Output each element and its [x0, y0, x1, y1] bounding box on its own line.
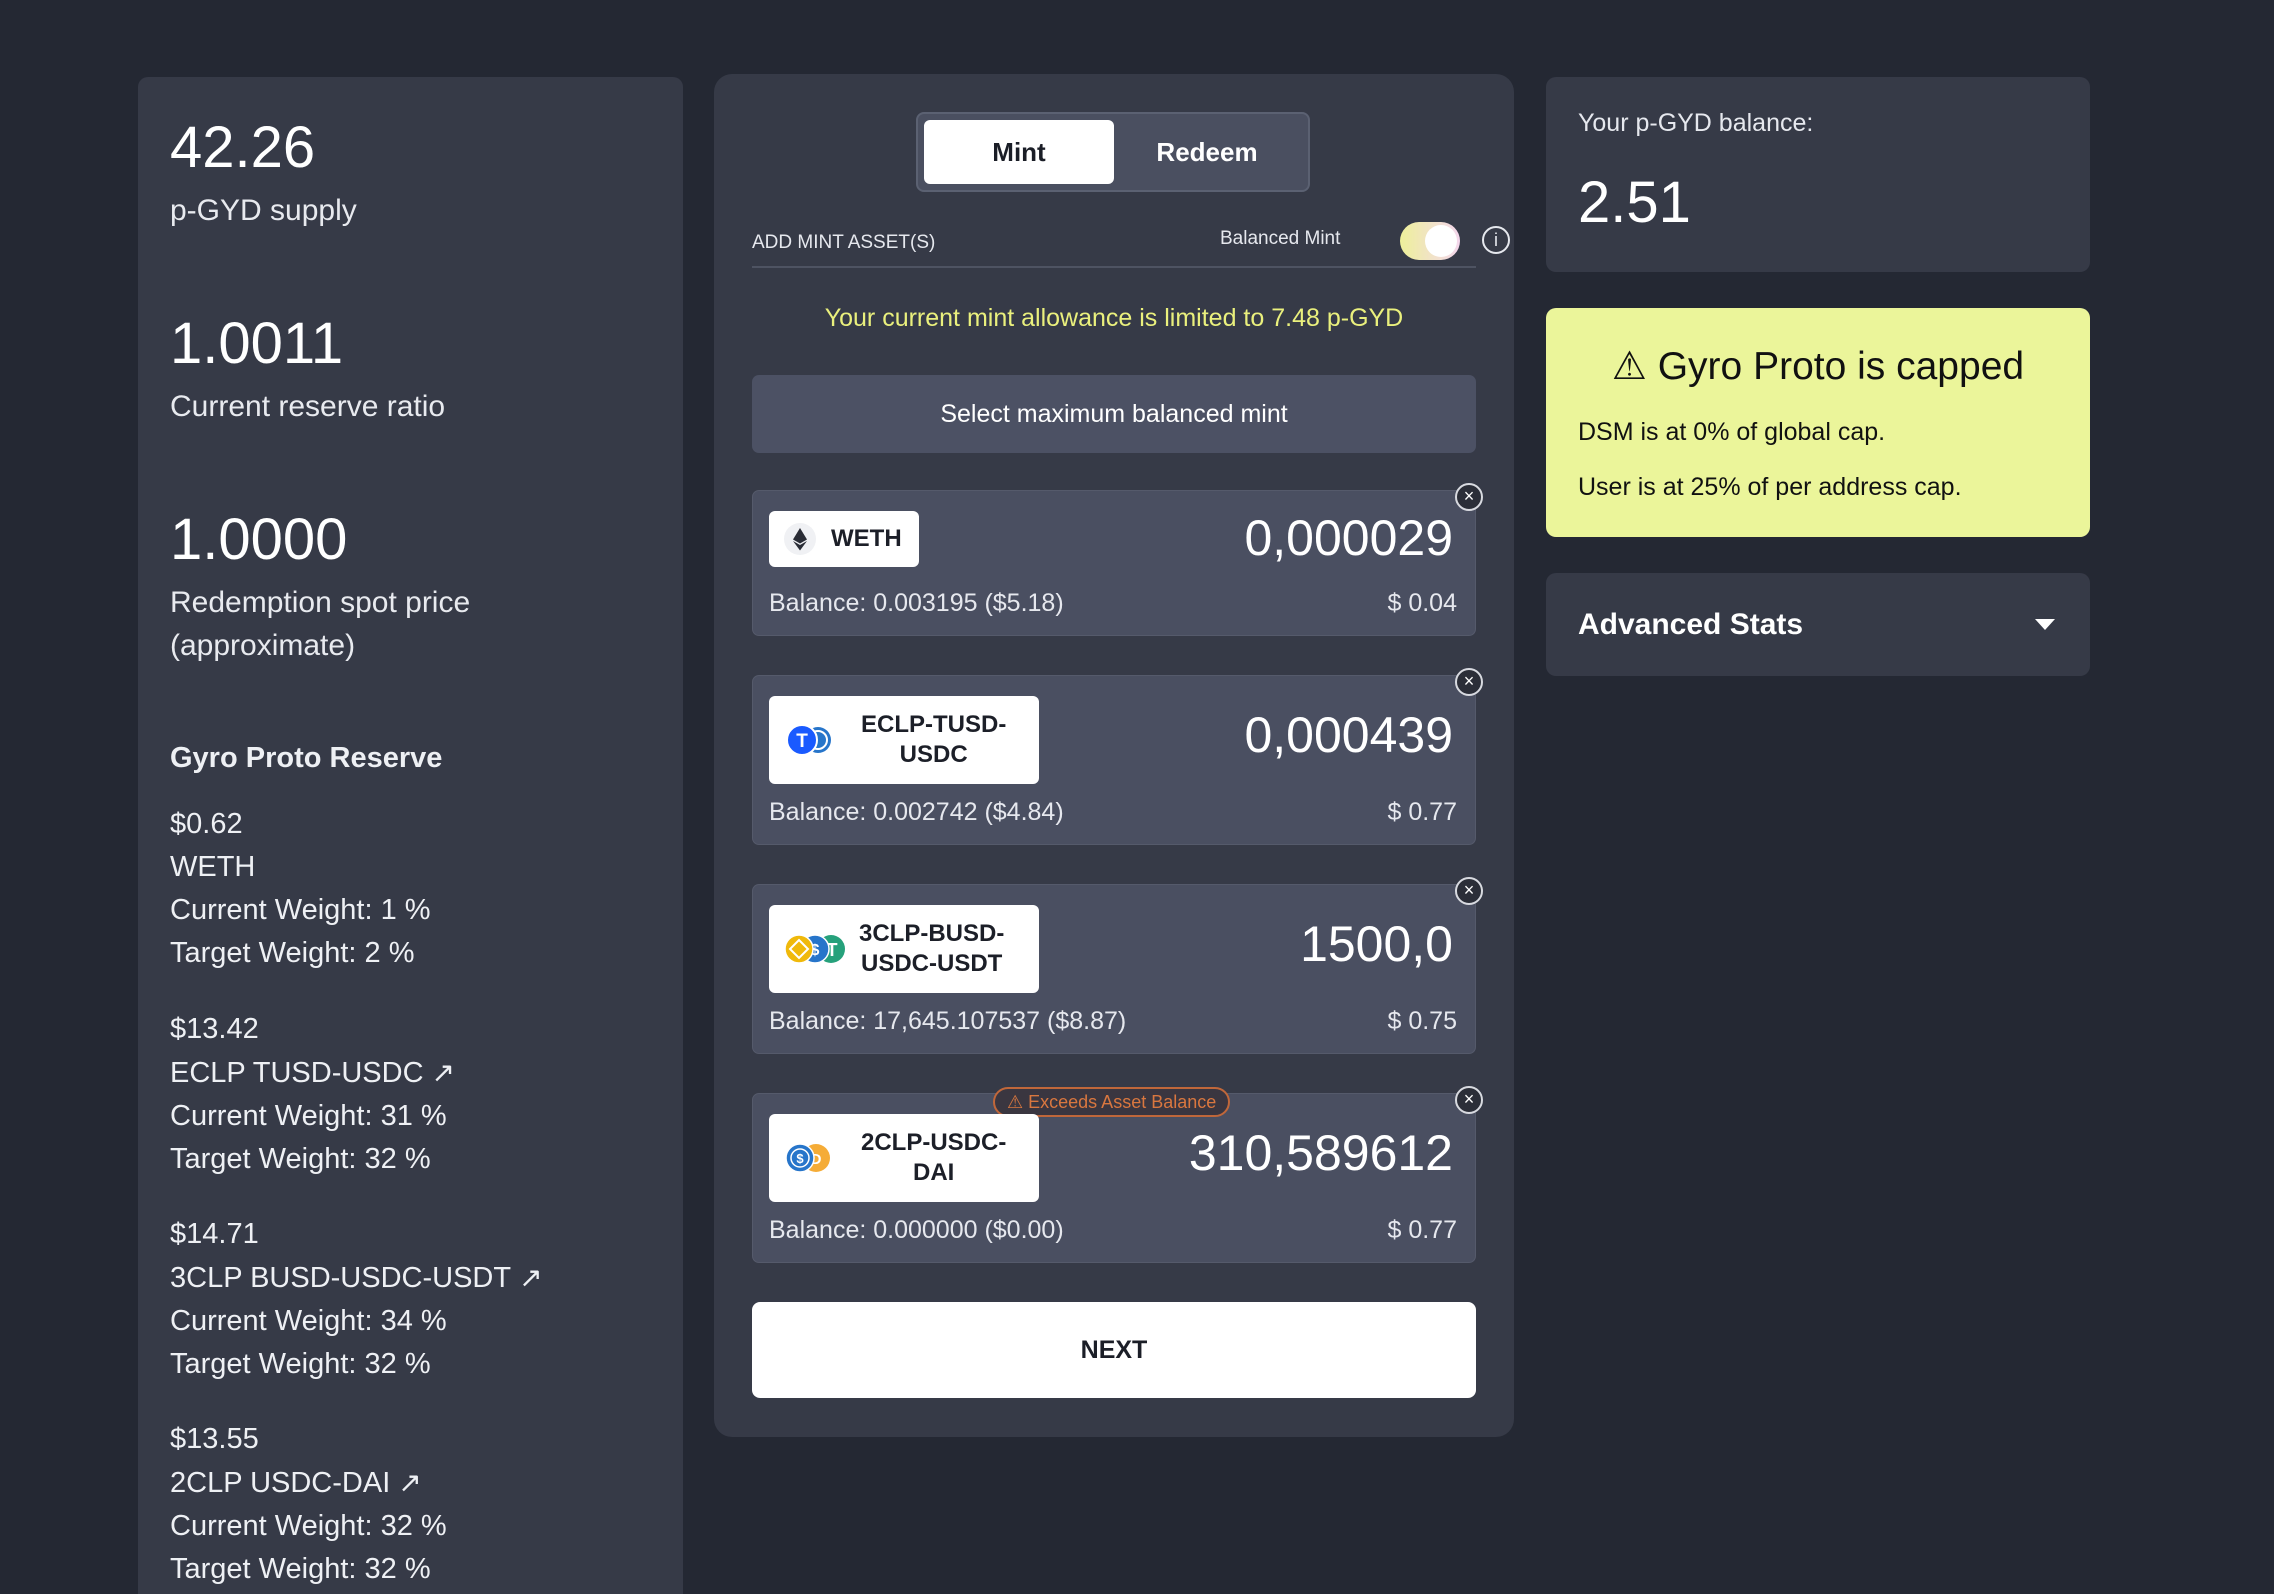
reserve-current-weight: Current Weight: 31 %: [170, 1100, 447, 1132]
cap-global: DSM is at 0% of global cap.: [1578, 418, 1886, 446]
exceeds-balance-warning: ⚠ Exceeds Asset Balance: [993, 1087, 1231, 1117]
remove-asset-close-icon[interactable]: ×: [1455, 483, 1483, 511]
cap-warning-card: ⚠ Gyro Proto is capped DSM is at 0% of g…: [1546, 308, 2090, 537]
asset-balance: Balance: 17,645.107537 ($8.87): [769, 1007, 1127, 1035]
external-link-icon[interactable]: ↗: [398, 1467, 421, 1498]
reserve-target-weight: Target Weight: 2 %: [170, 937, 415, 969]
asset-usd-value: $ 0.75: [1387, 1007, 1457, 1035]
reserve-item-3clp: $14.71 3CLP BUSD-USDC-USDT ↗ Current Weig…: [170, 1213, 543, 1386]
amount-input[interactable]: 0,000029: [1244, 509, 1453, 567]
mint-redeem-switch: Mint Redeem: [916, 112, 1310, 192]
add-asset-row: ADD MINT ASSET(S) Balanced Mint i: [752, 222, 1510, 268]
reserve-current-weight: Current Weight: 34 %: [170, 1305, 447, 1337]
asset-usd-value: $ 0.04: [1387, 589, 1457, 617]
tusd-usdc-icon: T: [786, 724, 831, 756]
mint-allowance-notice: Your current mint allowance is limited t…: [824, 304, 1404, 332]
asset-balance: Balance: 0.000000 ($0.00): [769, 1216, 1064, 1244]
info-icon[interactable]: i: [1482, 226, 1510, 254]
reserve-target-weight: Target Weight: 32 %: [170, 1553, 431, 1585]
reserve-item-eclp: $13.42 ECLP TUSD-USDC ↗ Current Weight: 3…: [170, 1008, 455, 1181]
busd-usdc-usdt-icon: T $: [784, 934, 845, 964]
remove-asset-close-icon[interactable]: ×: [1455, 877, 1483, 905]
reserve-name[interactable]: 2CLP USDC-DAI: [170, 1467, 390, 1499]
mint-panel: Mint Redeem ADD MINT ASSET(S) Balanced M…: [714, 74, 1514, 1437]
cap-per-address: User is at 25% of per address cap.: [1578, 473, 1962, 501]
token-select-2clp[interactable]: D $ 2CLP-USDC- DAI: [769, 1114, 1039, 1202]
advanced-stats-label: Advanced Stats: [1578, 608, 1804, 641]
next-button[interactable]: NEXT: [752, 1302, 1476, 1398]
token-select-3clp[interactable]: T $ 3CLP-BUSD- USDC-USDT: [769, 905, 1039, 993]
asset-row-2clp: ⚠ Exceeds Asset Balance D $ 2CLP-USDC- DA…: [752, 1086, 1483, 1263]
price-value: 1.0000: [170, 507, 348, 572]
reserve-link[interactable]: 3CLP BUSD-USDC-USDT ↗: [170, 1256, 543, 1300]
reserve-item-2clp: $13.55 2CLP USDC-DAI ↗ Current Weight: 32…: [170, 1418, 447, 1591]
supply-value: 42.26: [170, 115, 316, 180]
reserve-name: WETH: [170, 851, 256, 883]
token-symbol: 3CLP-BUSD- USDC-USDT: [859, 920, 1005, 977]
supply-stat: 42.26 p-GYD supply: [170, 119, 357, 232]
asset-row-weth: WETH 0,000029 Balance: 0.003195 ($5.18) …: [752, 483, 1483, 636]
svg-text:$: $: [796, 1151, 804, 1166]
amount-input[interactable]: 1500,0: [1300, 915, 1453, 973]
usdc-dai-icon: D $: [785, 1143, 830, 1173]
balanced-mint-toggle[interactable]: [1400, 222, 1460, 260]
select-max-balanced-mint-button[interactable]: Select maximum balanced mint: [752, 375, 1476, 453]
asset-balance: Balance: 0.002742 ($4.84): [769, 798, 1064, 826]
external-link-icon[interactable]: ↗: [519, 1262, 542, 1293]
reserve-current-weight: Current Weight: 1 %: [170, 894, 431, 926]
reserve-item-weth: $0.62 WETH Current Weight: 1 % Target We…: [170, 803, 431, 975]
stats-panel: 42.26 p-GYD supply 1.0011 Current reserv…: [138, 77, 683, 1594]
reserve-link[interactable]: ECLP TUSD-USDC ↗: [170, 1051, 455, 1095]
reserve-link[interactable]: 2CLP USDC-DAI ↗: [170, 1461, 447, 1505]
add-mint-assets-label: ADD MINT ASSET(S): [752, 232, 936, 253]
reserve-value: $14.71: [170, 1218, 259, 1250]
reserve-target-weight: Target Weight: 32 %: [170, 1348, 431, 1380]
balanced-mint-label: Balanced Mint: [1220, 228, 1341, 249]
token-select-eclp[interactable]: T ECLP-TUSD- USDC: [769, 696, 1039, 784]
svg-text:T: T: [796, 731, 808, 752]
token-select-weth[interactable]: WETH: [769, 511, 919, 567]
ratio-stat: 1.0011 Current reserve ratio: [170, 315, 445, 428]
toggle-knob: [1425, 225, 1457, 257]
reserve-value: $13.42: [170, 1013, 259, 1045]
price-label-sub: (approximate): [170, 629, 356, 662]
token-symbol: WETH: [831, 525, 902, 552]
price-label: Redemption spot price: [170, 586, 471, 619]
tab-mint[interactable]: Mint: [924, 120, 1114, 184]
balance-card: Your p-GYD balance: 2.51: [1546, 77, 2090, 272]
asset-usd-value: $ 0.77: [1387, 798, 1457, 826]
external-link-icon[interactable]: ↗: [432, 1057, 455, 1088]
token-symbol: ECLP-TUSD- USDC: [861, 711, 1007, 768]
cap-title: ⚠ Gyro Proto is capped: [1611, 345, 2025, 388]
token-symbol: 2CLP-USDC- DAI: [861, 1129, 1007, 1186]
ratio-label: Current reserve ratio: [170, 390, 446, 423]
price-stat: 1.0000 Redemption spot price (approximat…: [170, 511, 470, 667]
reserve-target-weight: Target Weight: 32 %: [170, 1143, 431, 1175]
reserve-value: $13.55: [170, 1423, 259, 1455]
asset-balance: Balance: 0.003195 ($5.18): [769, 589, 1064, 617]
remove-asset-close-icon[interactable]: ×: [1455, 668, 1483, 696]
reserve-name[interactable]: ECLP TUSD-USDC: [170, 1057, 424, 1089]
balance-value: 2.51: [1578, 170, 1691, 235]
reserve-value: $0.62: [170, 808, 243, 840]
reserve-title: Gyro Proto Reserve: [170, 742, 443, 774]
asset-usd-value: $ 0.77: [1387, 1216, 1457, 1244]
reserve-name[interactable]: 3CLP BUSD-USDC-USDT: [170, 1262, 511, 1294]
remove-asset-close-icon[interactable]: ×: [1455, 1086, 1483, 1114]
amount-input[interactable]: 310,589612: [1189, 1124, 1453, 1182]
asset-row-3clp: T $ 3CLP-BUSD- USDC-USDT 1500,0 Balance: …: [752, 877, 1483, 1054]
supply-label: p-GYD supply: [170, 194, 357, 227]
amount-input[interactable]: 0,000439: [1244, 706, 1453, 764]
balance-label: Your p-GYD balance:: [1578, 109, 1814, 137]
advanced-stats-toggle[interactable]: Advanced Stats: [1546, 573, 2090, 676]
eth-icon: [784, 523, 816, 555]
reserve-current-weight: Current Weight: 32 %: [170, 1510, 447, 1542]
tab-redeem[interactable]: Redeem: [1112, 120, 1302, 184]
ratio-value: 1.0011: [170, 311, 344, 376]
chevron-down-icon: [2035, 619, 2055, 630]
asset-row-eclp: T ECLP-TUSD- USDC 0,000439 Balance: 0.002…: [752, 668, 1483, 845]
